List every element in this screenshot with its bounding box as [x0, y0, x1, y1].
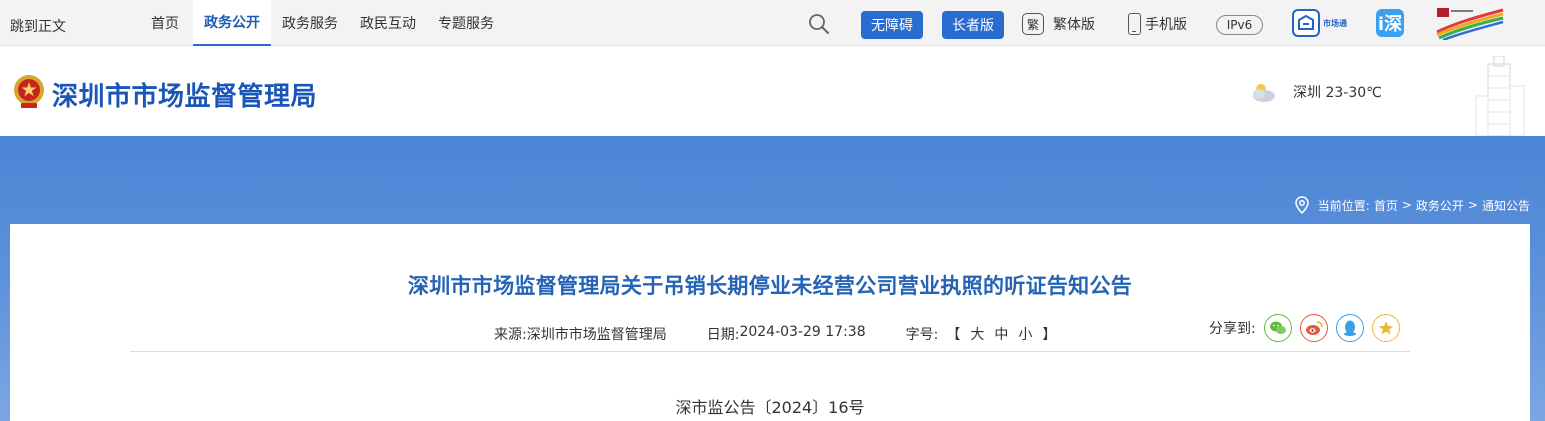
site-title[interactable]: 深圳市市场监督管理局 [52, 76, 317, 113]
shenzhen-china-logo[interactable] [1433, 6, 1505, 40]
traditional-chinese-icon: 繁 [1022, 13, 1044, 35]
cloudy-weather-icon [1253, 84, 1275, 102]
skip-to-content-link[interactable]: 跳到正文 [10, 16, 66, 36]
fontsize-bracket-open: 【 [946, 327, 961, 343]
ipv6-badge[interactable]: IPv6 [1216, 15, 1263, 35]
fontsize-large-button[interactable]: 大 [970, 324, 984, 344]
share-wechat-button[interactable] [1263, 314, 1292, 342]
traditional-chinese-label: 繁体版 [1053, 17, 1095, 33]
article-card: 深圳市市场监督管理局关于吊销长期停业未经营公司营业执照的听证告知公告 来源: 深… [10, 224, 1530, 421]
breadcrumb-separator: > [1467, 198, 1478, 212]
location-pin-icon [1295, 196, 1309, 214]
share-label: 分享到: [1209, 321, 1256, 337]
traditional-chinese-link[interactable]: 繁 繁体版 [1022, 13, 1095, 35]
share-bar: 分享到: [1209, 314, 1400, 342]
breadcrumb-home[interactable]: 首页 [1374, 197, 1398, 214]
breadcrumb: 当前位置: 首页 > 政务公开 > 通知公告 [1294, 196, 1530, 214]
fontsize-bracket-close: 】 [1042, 327, 1057, 343]
source-label: 来源: [494, 327, 527, 343]
main-nav: 首页 政务公开 政务服务 政民互动 专题服务 [137, 0, 505, 46]
favorite-star-icon [1378, 321, 1393, 335]
elder-mode-button[interactable]: 长者版 [942, 11, 1004, 39]
meta-divider [130, 351, 1410, 352]
fontsize-medium-button[interactable]: 中 [994, 324, 1008, 344]
fontsize-label: 字号: [905, 327, 939, 343]
breadcrumb-gov-affairs-public[interactable]: 政务公开 [1416, 197, 1464, 214]
source-value: 深圳市市场监督管理局 [526, 327, 667, 343]
weather-text: 深圳 23-30℃ [1293, 85, 1382, 101]
share-weibo-button[interactable] [1299, 314, 1328, 342]
share-favorite-button[interactable] [1371, 314, 1400, 342]
document-number: 深市监公告〔2024〕16号 [675, 398, 865, 417]
date-label: 日期: [706, 327, 740, 343]
search-icon[interactable] [807, 12, 831, 36]
shichangtong-app-link[interactable]: 市场通 [1292, 9, 1347, 37]
breadcrumb-separator: > [1401, 198, 1412, 212]
mobile-phone-icon [1128, 13, 1141, 35]
fontsize-small-button[interactable]: 小 [1018, 324, 1032, 344]
nav-item-special-services[interactable]: 专题服务 [427, 0, 505, 46]
qq-icon [1343, 320, 1356, 336]
i-shenzhen-app-icon[interactable]: i深 [1376, 9, 1404, 37]
national-emblem-icon[interactable] [12, 73, 46, 109]
shichangtong-icon [1292, 9, 1320, 37]
nav-item-interaction[interactable]: 政民互动 [349, 0, 427, 46]
fontsize-switcher: 【 大 中 小 】 [946, 324, 1056, 344]
article-meta: 来源: 深圳市市场监督管理局 日期: 2024-03-29 17:38 字号: … [494, 324, 1056, 344]
share-qq-button[interactable] [1335, 314, 1364, 342]
weather-widget: 深圳 23-30℃ [1249, 81, 1382, 103]
breadcrumb-prefix: 当前位置: [1317, 198, 1370, 213]
article-title: 深圳市市场监督管理局关于吊销长期停业未经营公司营业执照的听证告知公告 [407, 274, 1133, 298]
wechat-icon [1269, 321, 1286, 334]
accessibility-button[interactable]: 无障碍 [861, 11, 923, 39]
mobile-version-link[interactable]: 手机版 [1128, 13, 1187, 35]
shichangtong-label: 市场通 [1323, 18, 1347, 28]
site-header: 深圳市市场监督管理局 深圳 23-30℃ [0, 46, 1545, 136]
nav-item-gov-affairs-public[interactable]: 政务公开 [193, 0, 271, 46]
date-value: 2024-03-29 17:38 [739, 324, 866, 340]
nav-item-gov-services[interactable]: 政务服务 [271, 0, 349, 46]
weibo-icon [1305, 321, 1323, 335]
top-bar: 跳到正文 首页 政务公开 政务服务 政民互动 专题服务 无障碍 长者版 繁 繁体… [0, 0, 1545, 46]
breadcrumb-notices[interactable]: 通知公告 [1482, 197, 1530, 214]
mobile-version-label: 手机版 [1145, 17, 1187, 33]
nav-item-home[interactable]: 首页 [137, 0, 193, 46]
city-skyline-illustration [1475, 56, 1525, 136]
